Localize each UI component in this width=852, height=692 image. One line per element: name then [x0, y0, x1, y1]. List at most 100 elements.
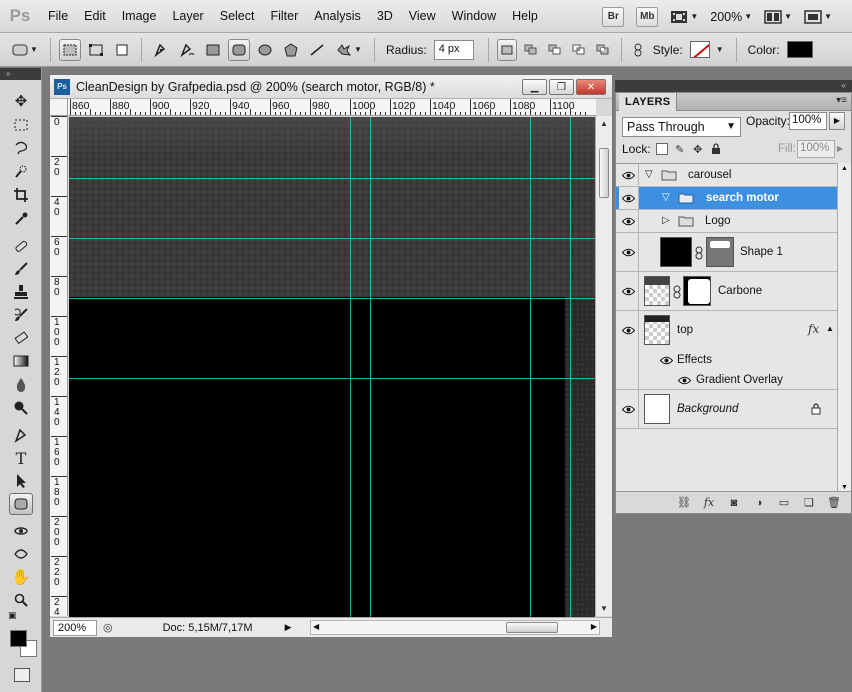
layer-mask-thumbnail[interactable] [683, 276, 711, 306]
radius-input[interactable]: 4 px [433, 39, 474, 60]
quick-mask-icon[interactable] [14, 668, 30, 682]
lock-all-button[interactable] [709, 142, 723, 156]
style-swatch-none[interactable] [689, 41, 710, 58]
scroll-thumb[interactable] [506, 622, 558, 633]
horizontal-guide[interactable] [69, 238, 595, 239]
gradient-tool[interactable] [9, 350, 33, 372]
expand-triangle-closed-icon[interactable]: ▷ [662, 215, 670, 226]
hand-tool[interactable]: ✋ [9, 566, 33, 588]
layer-row-carousel[interactable]: ▽ carousel [616, 164, 837, 187]
color-swatch[interactable] [786, 41, 813, 58]
horizontal-guide[interactable] [69, 178, 595, 179]
document-horizontal-scrollbar[interactable]: ◀ ▶ [310, 620, 600, 635]
3d-rotate-tool[interactable] [9, 520, 33, 542]
status-menu-arrow-icon[interactable]: ▶ [285, 622, 292, 633]
close-button[interactable]: ✕ [576, 79, 606, 95]
visibility-toggle[interactable] [619, 233, 639, 271]
pen-tool[interactable] [9, 424, 33, 446]
add-mask-icon[interactable]: ◙ [727, 497, 741, 509]
blur-tool[interactable] [9, 374, 33, 396]
panel-menu-icon[interactable]: ▾≡ [836, 95, 847, 106]
vertical-guide[interactable] [370, 117, 371, 617]
default-colors-icon[interactable]: ▣ [8, 610, 17, 621]
horizontal-ruler[interactable]: 860 880 900 920 940 960 980 1000 1020 1040 1060 108… [68, 99, 596, 116]
polygon-tool-button[interactable] [280, 39, 302, 61]
layer-row-carbone[interactable]: Carbone [616, 272, 837, 311]
freeform-pen-tool-button[interactable] [176, 39, 198, 61]
launch-bridge-button[interactable]: Br [602, 6, 625, 27]
vertical-guide[interactable] [570, 117, 571, 617]
paths-mode-button[interactable] [85, 39, 107, 61]
zoom-level-dropdown[interactable]: 200% ▼ [710, 10, 752, 24]
layer-row-background[interactable]: Background [616, 390, 837, 429]
add-to-shape-area-button[interactable] [521, 39, 541, 61]
lock-position-button[interactable]: ✥ [691, 142, 705, 156]
menu-file[interactable]: File [40, 0, 76, 33]
ellipse-tool-button[interactable] [254, 39, 276, 61]
layer-thumbnail[interactable] [644, 394, 670, 424]
dodge-tool[interactable] [9, 397, 33, 419]
vertical-guide[interactable] [530, 117, 531, 617]
layer-effects-row[interactable]: Effects [616, 350, 837, 370]
layers-tab[interactable]: LAYERS [619, 93, 678, 111]
scroll-down-arrow-icon[interactable]: ▼ [600, 604, 608, 613]
lock-image-pixels-button[interactable]: ✎ [673, 142, 687, 156]
document-title-bar[interactable]: Ps CleanDesign by Grafpedia.psd @ 200% (… [50, 75, 612, 99]
visibility-toggle[interactable] [619, 390, 639, 428]
rectangle-tool-button[interactable] [202, 39, 224, 61]
menu-help[interactable]: Help [504, 0, 546, 33]
intersect-shape-areas-button[interactable] [569, 39, 589, 61]
new-group-icon[interactable]: ▭ [777, 496, 791, 509]
brush-tool[interactable] [9, 258, 33, 280]
tools-panel-header[interactable]: » [0, 68, 41, 80]
eraser-tool[interactable] [9, 327, 33, 349]
menu-layer[interactable]: Layer [164, 0, 211, 33]
history-brush-tool[interactable] [9, 304, 33, 326]
expand-triangle-open-icon[interactable]: ▽ [662, 192, 670, 203]
layer-fill-thumbnail[interactable] [660, 237, 692, 267]
menu-filter[interactable]: Filter [262, 0, 306, 33]
view-extras-dropdown[interactable]: ▼ [670, 9, 698, 25]
document-vertical-scrollbar[interactable]: ▲ ▼ [595, 116, 612, 616]
subtract-from-shape-area-button[interactable] [545, 39, 565, 61]
fill-input[interactable]: 100% [797, 140, 835, 158]
layer-row-shape-1[interactable]: Shape 1 [616, 233, 837, 272]
zoom-tool[interactable] [9, 589, 33, 611]
fill-slider-arrow-icon[interactable]: ▶ [837, 140, 849, 158]
status-info-icon[interactable]: ◎ [103, 621, 113, 634]
ruler-origin[interactable] [50, 99, 68, 116]
new-layer-icon[interactable]: ❏ [802, 496, 816, 509]
delete-layer-icon[interactable]: 🗑 [827, 496, 841, 509]
launch-mini-bridge-button[interactable]: Mb [636, 6, 659, 27]
healing-brush-tool[interactable] [9, 235, 33, 257]
scroll-thumb[interactable] [599, 148, 609, 198]
rounded-rectangle-tool[interactable] [9, 493, 33, 515]
menu-window[interactable]: Window [444, 0, 504, 33]
scroll-up-arrow-icon[interactable]: ▲ [600, 119, 608, 128]
foreground-color-swatch[interactable] [10, 630, 27, 647]
eye-icon[interactable] [660, 356, 673, 365]
tool-preset-picker[interactable]: ▼ [8, 39, 42, 61]
layer-thumbnail[interactable] [644, 315, 670, 345]
opacity-slider-button[interactable]: ▶ [829, 112, 845, 130]
scroll-up-arrow-icon[interactable]: ▲ [841, 165, 848, 172]
add-layer-style-icon[interactable]: fx [702, 496, 716, 509]
lock-transparent-pixels-button[interactable] [655, 142, 669, 156]
scroll-left-arrow-icon[interactable]: ◀ [313, 622, 319, 631]
opacity-input[interactable]: 100% [789, 112, 827, 130]
collapse-effects-arrow-icon[interactable]: ▲ [826, 324, 834, 333]
menu-3d[interactable]: 3D [369, 0, 401, 33]
vector-mask-thumbnail[interactable] [706, 237, 734, 267]
new-adjustment-layer-icon[interactable]: ◑ [752, 497, 766, 509]
marquee-tool[interactable] [9, 114, 33, 136]
effect-row-gradient-overlay[interactable]: Gradient Overlay [616, 370, 837, 390]
screen-mode-dropdown[interactable]: ▼ [804, 9, 832, 25]
arrange-documents-dropdown[interactable]: ▼ [764, 9, 792, 25]
horizontal-guide[interactable] [69, 378, 595, 379]
menu-analysis[interactable]: Analysis [306, 0, 369, 33]
pen-tool-button[interactable] [150, 39, 172, 61]
shape-layers-mode-button[interactable] [59, 38, 81, 61]
menu-edit[interactable]: Edit [76, 0, 114, 33]
eyedropper-tool[interactable] [9, 208, 33, 230]
blend-mode-select[interactable]: Pass Through ▼ [622, 117, 741, 137]
